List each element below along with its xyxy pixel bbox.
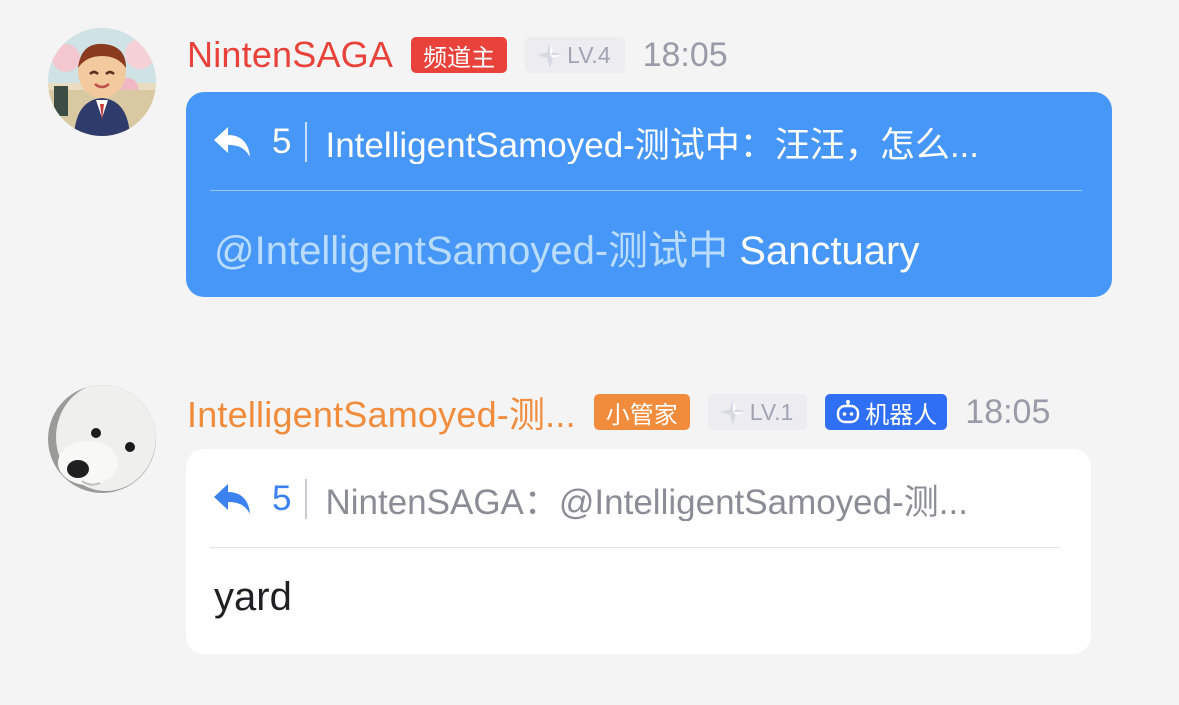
robot-icon (837, 400, 860, 424)
reply-count: 5 (272, 479, 292, 518)
level-star-icon (537, 42, 564, 68)
level-star-icon (719, 399, 746, 425)
timestamp: 18:05 (965, 392, 1051, 431)
quote-text: IntelligentSamoyed-测试中：汪汪，怎么... (325, 125, 979, 165)
quote-reply[interactable]: 5 NintenSAGA：@IntelligentSamoyed-测... (212, 477, 1065, 521)
quote-divider (210, 190, 1082, 191)
message-text: yard (214, 575, 292, 620)
quote-separator (305, 122, 308, 162)
message-text: @IntelligentSamoyed-测试中 Sanctuary (214, 218, 919, 276)
message-bubble[interactable]: 5 IntelligentSamoyed-测试中：汪汪，怎么... @Intel… (186, 92, 1112, 297)
level-label: LV.1 (749, 398, 794, 425)
message-body: yard (214, 575, 292, 619)
reply-icon (214, 127, 250, 157)
quote-reply[interactable]: 5 IntelligentSamoyed-测试中：汪汪，怎么... (212, 120, 1086, 164)
bot-badge-label: 机器人 (865, 401, 938, 429)
message-body: Sanctuary (739, 229, 920, 273)
avatar[interactable] (48, 28, 156, 136)
message-item: IntelligentSamoyed-测... 小管家 LV.1 机器人 18:… (0, 360, 1179, 705)
quote-separator (305, 479, 308, 519)
message-bubble[interactable]: 5 NintenSAGA：@IntelligentSamoyed-测... ya… (186, 449, 1091, 654)
author-name[interactable]: IntelligentSamoyed-测... (187, 386, 576, 438)
role-badge: 频道主 (411, 37, 508, 73)
level-label: LV.4 (567, 41, 611, 68)
reply-icon (214, 484, 250, 514)
timestamp: 18:05 (642, 35, 728, 74)
avatar[interactable] (48, 385, 156, 493)
message-header: IntelligentSamoyed-测... 小管家 LV.1 机器人 18:… (187, 390, 1051, 436)
message-header: NintenSAGA 频道主 LV.4 18:05 (187, 33, 728, 77)
level-badge: LV.4 (525, 37, 625, 73)
message-item: NintenSAGA 频道主 LV.4 18:05 5 IntelligentS… (0, 0, 1179, 330)
reply-count: 5 (272, 122, 292, 161)
quote-divider (210, 547, 1061, 548)
mention-link[interactable]: @IntelligentSamoyed-测试中 (214, 229, 728, 273)
quote-text: NintenSAGA：@IntelligentSamoyed-测... (325, 482, 968, 522)
author-name[interactable]: NintenSAGA (187, 34, 393, 76)
level-badge: LV.1 (707, 394, 808, 430)
bot-badge: 机器人 (825, 394, 948, 430)
role-badge: 小管家 (593, 394, 690, 430)
